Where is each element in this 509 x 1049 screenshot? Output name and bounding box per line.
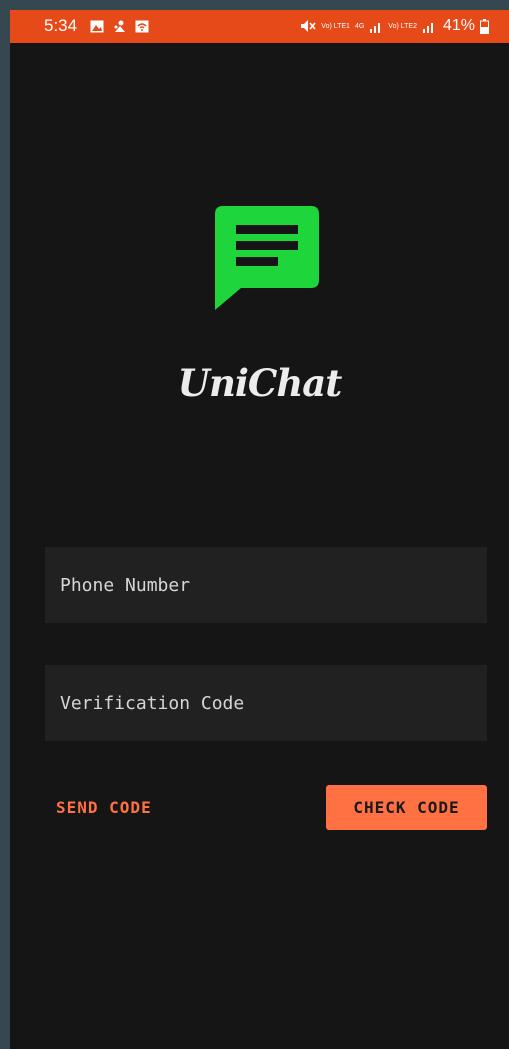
signal-icon — [370, 22, 381, 33]
wifi-call-icon — [135, 20, 149, 33]
check-code-button[interactable]: CHECK CODE — [326, 785, 487, 830]
phone-number-field[interactable] — [45, 547, 487, 623]
status-bar: 5:34 Vo) LTE1 4G Vo) LTE2 41% — [10, 10, 509, 43]
mute-icon — [301, 20, 316, 32]
battery-icon — [480, 18, 489, 34]
verification-code-input[interactable] — [45, 665, 487, 741]
chat-logo-icon — [215, 206, 319, 310]
signal-icon — [422, 22, 433, 33]
window-frame — [0, 0, 509, 10]
notification-icon — [114, 20, 125, 32]
app-title: UniChat — [177, 361, 343, 405]
gallery-icon — [90, 20, 104, 33]
status-time: 5:34 — [44, 16, 78, 35]
network-label-3: Vo) LTE2 — [388, 22, 417, 30]
verification-code-field[interactable] — [45, 665, 487, 741]
app-screen: UniChat SEND CODE CHECK CODE — [10, 43, 509, 1049]
battery-percentage: 41% — [442, 17, 475, 34]
status-indicators: Vo) LTE1 4G Vo) LTE2 41% — [300, 17, 489, 35]
network-label-1: Vo) LTE1 — [321, 22, 350, 30]
phone-number-input[interactable] — [45, 547, 487, 623]
send-code-button[interactable]: SEND CODE — [45, 785, 163, 829]
network-label-2: 4G — [354, 22, 365, 30]
